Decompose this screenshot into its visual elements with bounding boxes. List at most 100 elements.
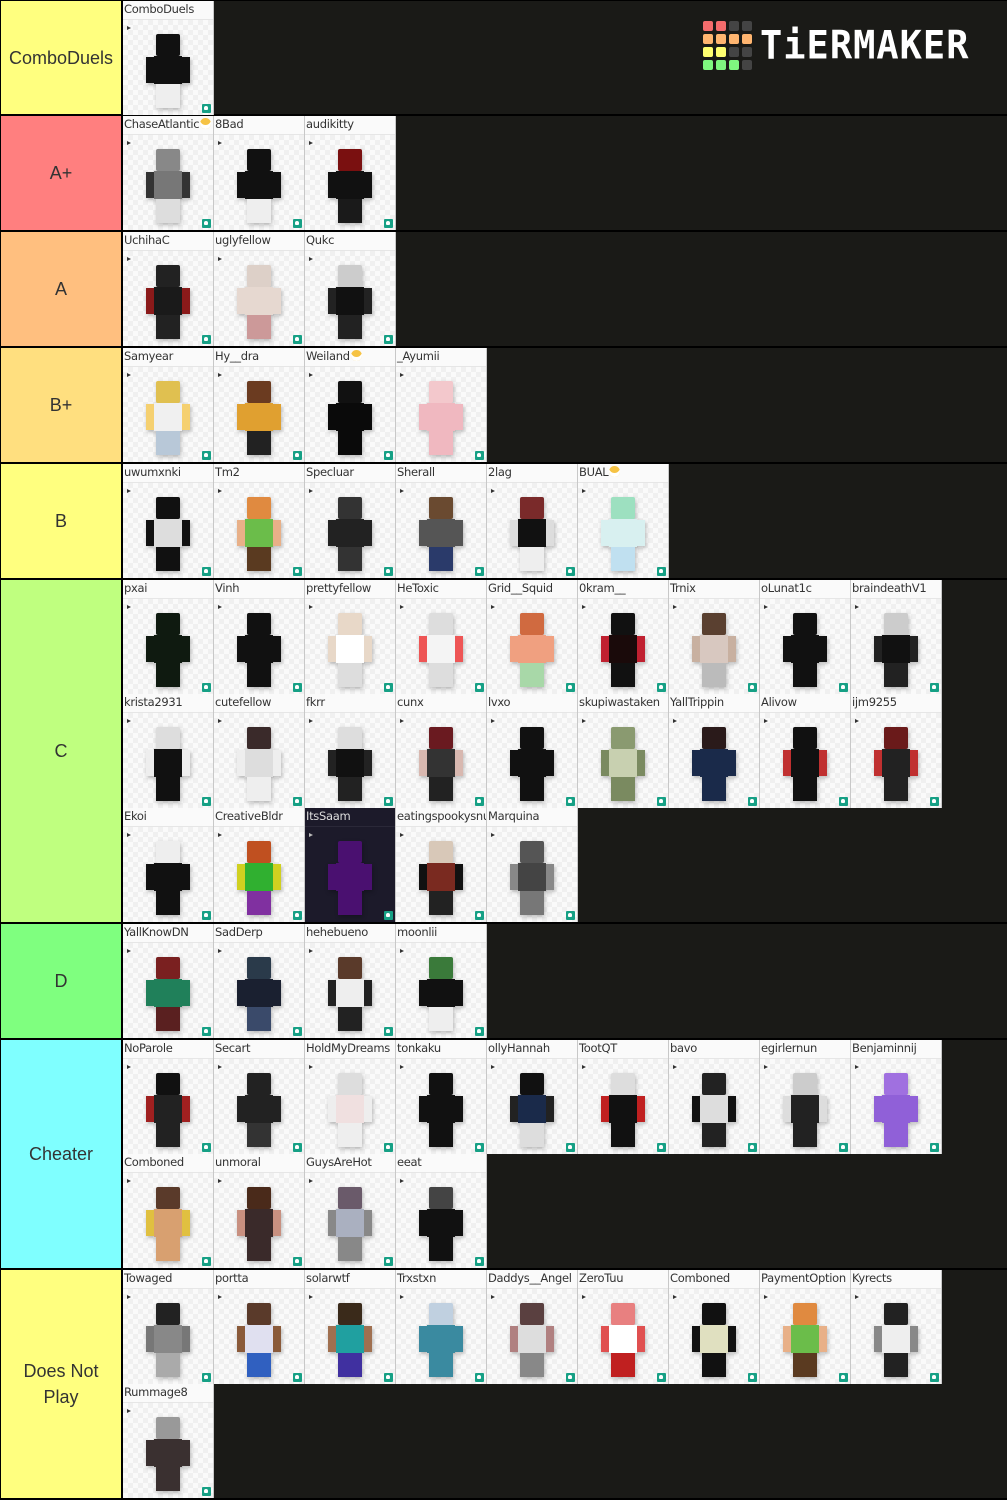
tier-label[interactable]: Cheater: [0, 1040, 123, 1268]
player-badge-icon[interactable]: [384, 1027, 393, 1036]
play-icon[interactable]: [218, 489, 222, 493]
player-badge-icon[interactable]: [748, 1143, 757, 1152]
tier-item-card[interactable]: hehebueno: [305, 924, 396, 1038]
player-badge-icon[interactable]: [293, 797, 302, 806]
tier-item-card[interactable]: HoldMyDreams: [305, 1040, 396, 1154]
tier-label[interactable]: B+: [0, 348, 123, 462]
player-badge-icon[interactable]: [475, 451, 484, 460]
player-badge-icon[interactable]: [293, 1143, 302, 1152]
tier-item-card[interactable]: 8Bad: [214, 116, 305, 230]
player-badge-icon[interactable]: [293, 219, 302, 228]
tier-label[interactable]: D: [0, 924, 123, 1038]
tier-item-card[interactable]: YallTrippin: [669, 694, 760, 808]
play-icon[interactable]: [127, 1295, 131, 1299]
play-icon[interactable]: [673, 719, 677, 723]
tier-item-card[interactable]: oLunat1c: [760, 580, 851, 694]
player-badge-icon[interactable]: [202, 1373, 211, 1382]
play-icon[interactable]: [218, 1065, 222, 1069]
play-icon[interactable]: [673, 1295, 677, 1299]
play-icon[interactable]: [309, 1179, 313, 1183]
player-badge-icon[interactable]: [475, 911, 484, 920]
play-icon[interactable]: [218, 719, 222, 723]
player-badge-icon[interactable]: [475, 797, 484, 806]
tier-item-card[interactable]: UchihaC: [123, 232, 214, 346]
tier-item-card[interactable]: moonlii: [396, 924, 487, 1038]
tier-item-card[interactable]: fkrr: [305, 694, 396, 808]
player-badge-icon[interactable]: [202, 335, 211, 344]
play-icon[interactable]: [127, 1065, 131, 1069]
player-badge-icon[interactable]: [384, 1373, 393, 1382]
player-badge-icon[interactable]: [202, 1487, 211, 1496]
player-badge-icon[interactable]: [930, 1373, 939, 1382]
play-icon[interactable]: [855, 719, 859, 723]
player-badge-icon[interactable]: [566, 567, 575, 576]
player-badge-icon[interactable]: [202, 797, 211, 806]
player-badge-icon[interactable]: [566, 683, 575, 692]
player-badge-icon[interactable]: [384, 219, 393, 228]
tier-label[interactable]: Does Not Play: [0, 1270, 123, 1498]
play-icon[interactable]: [491, 719, 495, 723]
play-icon[interactable]: [400, 949, 404, 953]
tier-item-card[interactable]: Secart: [214, 1040, 305, 1154]
play-icon[interactable]: [218, 605, 222, 609]
player-badge-icon[interactable]: [293, 1027, 302, 1036]
play-icon[interactable]: [400, 373, 404, 377]
play-icon[interactable]: [127, 719, 131, 723]
tier-item-card[interactable]: Kyrects: [851, 1270, 942, 1384]
tier-item-card[interactable]: Benjaminnij: [851, 1040, 942, 1154]
tier-item-card[interactable]: lvxo: [487, 694, 578, 808]
play-icon[interactable]: [218, 257, 222, 261]
tier-item-card[interactable]: krista2931: [123, 694, 214, 808]
tier-item-card[interactable]: solarwtf: [305, 1270, 396, 1384]
tier-item-card[interactable]: Towaged: [123, 1270, 214, 1384]
player-badge-icon[interactable]: [839, 1143, 848, 1152]
player-badge-icon[interactable]: [930, 683, 939, 692]
player-badge-icon[interactable]: [384, 911, 393, 920]
player-badge-icon[interactable]: [202, 104, 211, 113]
tier-item-card[interactable]: eatingspookysnu: [396, 808, 487, 922]
player-badge-icon[interactable]: [566, 911, 575, 920]
play-icon[interactable]: [309, 605, 313, 609]
tier-item-card[interactable]: ItsSaam: [305, 808, 396, 922]
play-icon[interactable]: [855, 1065, 859, 1069]
play-icon[interactable]: [309, 949, 313, 953]
player-badge-icon[interactable]: [293, 335, 302, 344]
tier-item-card[interactable]: ollyHannah: [487, 1040, 578, 1154]
play-icon[interactable]: [400, 719, 404, 723]
player-badge-icon[interactable]: [202, 911, 211, 920]
tier-item-card[interactable]: ChaseAtlantic: [123, 116, 214, 230]
play-icon[interactable]: [855, 605, 859, 609]
play-icon[interactable]: [309, 1295, 313, 1299]
player-badge-icon[interactable]: [293, 911, 302, 920]
tier-item-card[interactable]: cunx: [396, 694, 487, 808]
player-badge-icon[interactable]: [384, 1257, 393, 1266]
player-badge-icon[interactable]: [930, 1143, 939, 1152]
player-badge-icon[interactable]: [748, 797, 757, 806]
tier-item-card[interactable]: Specluar: [305, 464, 396, 578]
play-icon[interactable]: [855, 1295, 859, 1299]
player-badge-icon[interactable]: [839, 683, 848, 692]
tier-label[interactable]: ComboDuels: [0, 1, 123, 114]
play-icon[interactable]: [127, 373, 131, 377]
player-badge-icon[interactable]: [202, 567, 211, 576]
player-badge-icon[interactable]: [930, 797, 939, 806]
tier-label[interactable]: C: [0, 580, 123, 922]
player-badge-icon[interactable]: [475, 1143, 484, 1152]
tier-item-card[interactable]: audikitty: [305, 116, 396, 230]
tier-item-card[interactable]: Daddys__Angel: [487, 1270, 578, 1384]
tier-label[interactable]: A+: [0, 116, 123, 230]
tier-item-card[interactable]: SadDerp: [214, 924, 305, 1038]
play-icon[interactable]: [764, 1065, 768, 1069]
tier-item-card[interactable]: Trxstxn: [396, 1270, 487, 1384]
play-icon[interactable]: [400, 1295, 404, 1299]
play-icon[interactable]: [309, 833, 313, 837]
play-icon[interactable]: [400, 489, 404, 493]
play-icon[interactable]: [491, 605, 495, 609]
play-icon[interactable]: [491, 833, 495, 837]
tier-item-card[interactable]: Vinh: [214, 580, 305, 694]
player-badge-icon[interactable]: [839, 1373, 848, 1382]
play-icon[interactable]: [673, 1065, 677, 1069]
tier-item-card[interactable]: Hy__dra: [214, 348, 305, 462]
play-icon[interactable]: [127, 1409, 131, 1413]
player-badge-icon[interactable]: [384, 567, 393, 576]
